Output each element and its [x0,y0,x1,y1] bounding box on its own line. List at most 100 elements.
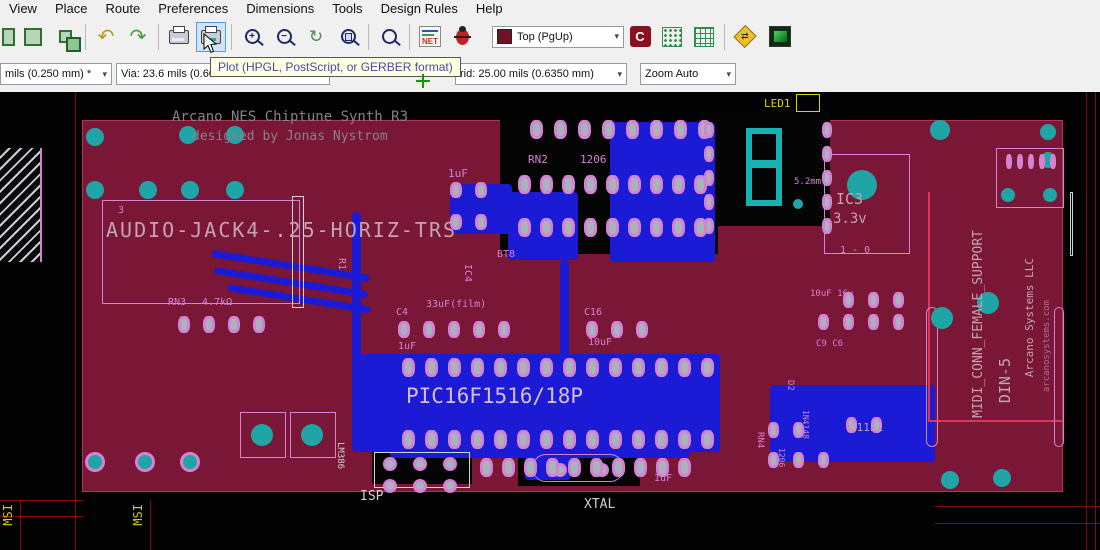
toolbar-separator [158,24,159,50]
footprint-icon [24,28,42,46]
pcb-hole [301,424,323,446]
pcb-pad [562,175,575,194]
layer-select[interactable]: Top (PgUp) ▾ [492,26,624,48]
netlist-icon-label: NET [422,37,438,46]
undo-icon: ↶ [98,27,115,47]
silk-label: 1uF [448,168,468,179]
pcb-pad [606,218,619,237]
pcb-pad [554,120,567,139]
silk-label: H11L1 [850,422,883,433]
menu-item-route[interactable]: Route [96,1,149,16]
silk-label: D2 [785,380,794,391]
toolbar-button-clipped[interactable] [1,22,16,52]
pcb-pad [498,321,510,338]
grid-dots-button[interactable] [657,22,687,52]
silk-label: RN2 [528,154,548,165]
toolbar-separator [724,24,725,50]
pcb-hole [180,452,200,472]
pcb-hole [86,181,104,199]
menu-item-dimensions[interactable]: Dimensions [237,1,323,16]
pcb-pad [540,430,553,449]
library-browser-button[interactable] [50,22,80,52]
chevron-down-icon: ▾ [611,31,619,42]
redo-icon: ↷ [130,27,147,47]
pcb-pad [701,430,714,449]
pcb-pad [448,358,461,377]
silk-label: C9 C6 [816,340,843,349]
board-icon [2,28,15,46]
drc-button[interactable] [447,22,477,52]
menu-item-view[interactable]: View [0,1,46,16]
silk-outline [746,162,782,206]
silk-label: LED1 [764,98,791,109]
menu-item-design-rules[interactable]: Design Rules [372,1,467,16]
silk-label: DIN-5 [998,358,1013,403]
pcb-pad [609,430,622,449]
pcb-pad [628,175,641,194]
silk-label: 4.7kΩ [202,298,232,308]
chevron-down-icon: ▾ [723,69,731,80]
print-button[interactable] [164,22,194,52]
silk-outline [926,307,938,447]
menu-item-preferences[interactable]: Preferences [149,1,237,16]
pcb-hole [993,469,1011,487]
pcb-pad [650,175,663,194]
silk-label: Arcano Systems LLC [1024,258,1035,377]
zoom-select[interactable]: Zoom Auto ▾ [640,63,736,85]
menu-item-help[interactable]: Help [467,1,512,16]
silk-label: XTAL [584,498,615,511]
silk-label: 1uF [654,474,672,484]
silk-label: arcanosystems.com [1043,300,1052,392]
pcb-pad [602,120,615,139]
pcb-pad [518,175,531,194]
pcb-canvas[interactable]: Arcano NES Chiptune Synth R3designed by … [0,92,1100,550]
zoom-out-button[interactable]: − [269,22,299,52]
pcb-pad [704,146,714,162]
pcb-pad [563,430,576,449]
silk-label: 10uF [588,338,612,348]
silk-label: 1206 [580,154,607,165]
zoom-in-button[interactable]: + [237,22,267,52]
netlist-button[interactable]: NET [415,22,445,52]
pcb-pad [672,175,685,194]
pcb-pad [402,430,415,449]
redo-button[interactable]: ↷ [123,22,153,52]
silk-label: 1206 [777,448,785,467]
autoroute-button[interactable]: ⇄ [730,22,760,52]
viewer-3d-button[interactable] [762,22,792,52]
menu-item-tools[interactable]: Tools [323,1,371,16]
zoom-out-icon: − [277,29,292,44]
menu-item-place[interactable]: Place [46,1,97,16]
grid-lines-button[interactable] [689,22,719,52]
pcb-pad [524,458,537,477]
pcb-pad [701,358,714,377]
pcb-pad [475,182,487,198]
zoom-fit-button[interactable] [333,22,363,52]
undo-button[interactable]: ↶ [91,22,121,52]
silk-label: 10uF 16v [810,290,853,299]
zoom-value: Zoom Auto [645,68,698,80]
pcb-pad [530,120,543,139]
track-width-value: mils (0.250 mm) * [5,68,91,80]
grid-size-select[interactable]: rid: 25.00 mils (0.6350 mm)▾ [455,63,627,85]
find-button[interactable] [374,22,404,52]
silk-label: IC4 [462,264,472,282]
pcb-hole [383,479,397,493]
silk-label: 1uF [398,342,416,352]
track-width-select[interactable]: mils (0.250 mm) *▾ [0,63,112,85]
redraw-button[interactable]: ↻ [301,22,331,52]
pcb-pad [818,314,829,330]
pcb-hole [383,457,397,471]
pcb-pad [612,458,625,477]
layer-select-value: Top (PgUp) [517,31,573,43]
toolbar-separator [368,24,369,50]
invert-layer-button[interactable]: C [625,22,655,52]
pcb-pad [471,358,484,377]
silk-label: Arcano NES Chiptune Synth R3 [172,110,408,124]
pcb-pad [590,458,603,477]
silk-outline [1070,192,1073,256]
pcb-pad [450,182,462,198]
footprint-editor-button[interactable] [18,22,48,52]
red-line [0,500,84,501]
pcb-hole [1001,188,1015,202]
